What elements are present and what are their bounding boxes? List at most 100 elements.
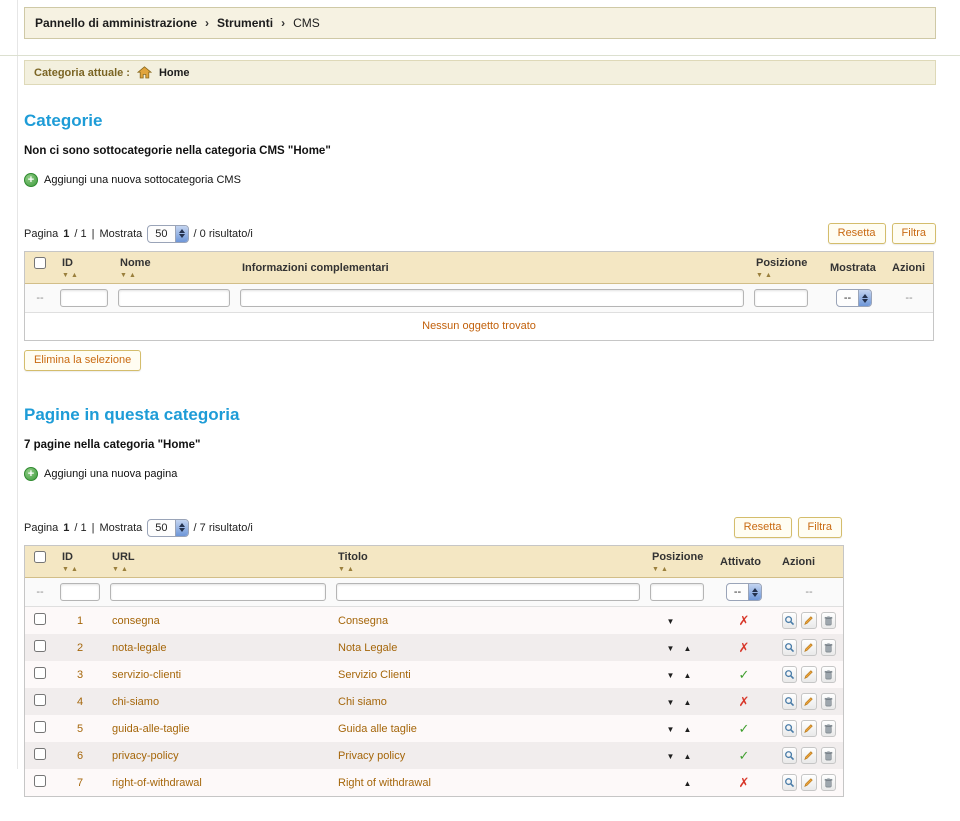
edit-icon[interactable] <box>801 693 817 710</box>
sort-arrows-icon[interactable]: ▼▲ <box>120 272 228 279</box>
move-up-icon[interactable]: ▲ <box>684 752 692 761</box>
view-icon[interactable] <box>782 720 798 737</box>
filter-active-select[interactable]: -- <box>725 583 763 601</box>
move-down-icon[interactable]: ▼ <box>667 752 675 761</box>
view-icon[interactable] <box>782 774 798 791</box>
row-url[interactable]: guida-alle-taglie <box>105 715 331 742</box>
row-url[interactable]: right-of-withdrawal <box>105 769 331 796</box>
active-status-icon[interactable]: ✓ <box>739 748 750 763</box>
move-up-icon[interactable]: ▲ <box>684 698 692 707</box>
move-down-icon[interactable]: ▼ <box>667 671 675 680</box>
view-icon[interactable] <box>782 666 798 683</box>
breadcrumb-item-tools[interactable]: Strumenti <box>217 16 273 30</box>
per-page-select[interactable]: 50 <box>147 518 189 537</box>
select-all-checkbox[interactable] <box>34 257 46 269</box>
move-up-icon[interactable]: ▲ <box>684 671 692 680</box>
sort-arrows-icon[interactable]: ▼▲ <box>756 272 816 279</box>
active-status-icon[interactable]: ✓ <box>739 667 750 682</box>
move-up-icon[interactable]: ▲ <box>684 725 692 734</box>
delete-selection-button[interactable]: Elimina la selezione <box>24 350 142 371</box>
filter-position-input[interactable] <box>650 583 704 601</box>
filter-button[interactable]: Filtra <box>797 517 842 538</box>
filter-title-input[interactable] <box>336 583 640 601</box>
delete-icon[interactable] <box>820 774 836 791</box>
move-down-icon[interactable]: ▼ <box>667 725 675 734</box>
edit-icon[interactable] <box>801 774 817 791</box>
col-header-url[interactable]: URL <box>112 551 324 563</box>
col-header-id[interactable]: ID <box>62 551 98 563</box>
filter-id-input[interactable] <box>60 583 100 601</box>
move-down-icon[interactable]: ▼ <box>667 698 675 707</box>
col-header-position[interactable]: Posizione <box>756 257 816 269</box>
sort-arrows-icon[interactable]: ▼▲ <box>338 566 638 573</box>
sort-arrows-icon[interactable]: ▼▲ <box>652 566 706 573</box>
view-icon[interactable] <box>782 639 798 656</box>
row-url[interactable]: nota-legale <box>105 634 331 661</box>
reset-button[interactable]: Resetta <box>827 223 886 244</box>
row-checkbox[interactable] <box>34 640 46 652</box>
view-icon[interactable] <box>782 747 798 764</box>
edit-icon[interactable] <box>801 747 817 764</box>
breadcrumb-item-admin-panel[interactable]: Pannello di amministrazione <box>35 16 197 30</box>
edit-icon[interactable] <box>801 720 817 737</box>
col-header-name[interactable]: Nome <box>120 257 228 269</box>
delete-icon[interactable] <box>820 693 836 710</box>
edit-icon[interactable] <box>801 639 817 656</box>
delete-icon[interactable] <box>820 612 836 629</box>
view-icon[interactable] <box>782 693 798 710</box>
move-down-icon[interactable]: ▼ <box>667 617 675 626</box>
row-title[interactable]: Right of withdrawal <box>331 769 645 796</box>
row-title[interactable]: Consegna <box>331 607 645 634</box>
edit-icon[interactable] <box>801 612 817 629</box>
delete-icon[interactable] <box>820 639 836 656</box>
sort-arrows-icon[interactable]: ▼▲ <box>62 566 98 573</box>
row-checkbox[interactable] <box>34 667 46 679</box>
delete-icon[interactable] <box>820 666 836 683</box>
view-icon[interactable] <box>782 612 798 629</box>
row-url[interactable]: servizio-clienti <box>105 661 331 688</box>
active-status-icon[interactable]: ✓ <box>739 721 750 736</box>
active-status-icon[interactable]: ✗ <box>739 613 750 628</box>
row-url[interactable]: privacy-policy <box>105 742 331 769</box>
filter-name-input[interactable] <box>118 289 230 307</box>
filter-info-input[interactable] <box>240 289 744 307</box>
col-header-title[interactable]: Titolo <box>338 551 638 563</box>
row-title[interactable]: Privacy policy <box>331 742 645 769</box>
row-url[interactable]: chi-siamo <box>105 688 331 715</box>
add-subcategory-link[interactable]: + Aggiungi una nuova sottocategoria CMS <box>24 173 241 187</box>
active-status-icon[interactable]: ✗ <box>739 694 750 709</box>
row-checkbox[interactable] <box>34 613 46 625</box>
row-checkbox[interactable] <box>34 748 46 760</box>
row-checkbox[interactable] <box>34 721 46 733</box>
edit-icon[interactable] <box>801 666 817 683</box>
filter-position-input[interactable] <box>754 289 808 307</box>
delete-icon[interactable] <box>820 747 836 764</box>
active-status-icon[interactable]: ✗ <box>739 640 750 655</box>
move-down-icon[interactable]: ▼ <box>667 644 675 653</box>
row-url[interactable]: consegna <box>105 607 331 634</box>
filter-url-input[interactable] <box>110 583 326 601</box>
row-checkbox[interactable] <box>34 775 46 787</box>
filter-button[interactable]: Filtra <box>891 223 936 244</box>
col-header-id[interactable]: ID <box>62 257 106 269</box>
row-checkbox[interactable] <box>34 694 46 706</box>
reset-button[interactable]: Resetta <box>733 517 792 538</box>
per-page-select[interactable]: 50 <box>147 224 189 243</box>
row-title[interactable]: Nota Legale <box>331 634 645 661</box>
move-up-icon[interactable]: ▲ <box>684 644 692 653</box>
filter-id-input[interactable] <box>60 289 108 307</box>
breadcrumb-item-cms[interactable]: CMS <box>293 16 320 30</box>
move-up-icon[interactable]: ▲ <box>684 779 692 788</box>
delete-icon[interactable] <box>820 720 836 737</box>
row-title[interactable]: Guida alle taglie <box>331 715 645 742</box>
row-title[interactable]: Chi siamo <box>331 688 645 715</box>
sort-arrows-icon[interactable]: ▼▲ <box>62 272 106 279</box>
select-all-checkbox[interactable] <box>34 551 46 563</box>
current-category-name[interactable]: Home <box>159 67 190 79</box>
filter-displayed-select[interactable]: -- <box>835 289 873 307</box>
col-header-position[interactable]: Posizione <box>652 551 706 563</box>
sort-arrows-icon[interactable]: ▼▲ <box>112 566 324 573</box>
row-title[interactable]: Servizio Clienti <box>331 661 645 688</box>
add-page-link[interactable]: + Aggiungi una nuova pagina <box>24 467 177 481</box>
active-status-icon[interactable]: ✗ <box>739 775 750 790</box>
